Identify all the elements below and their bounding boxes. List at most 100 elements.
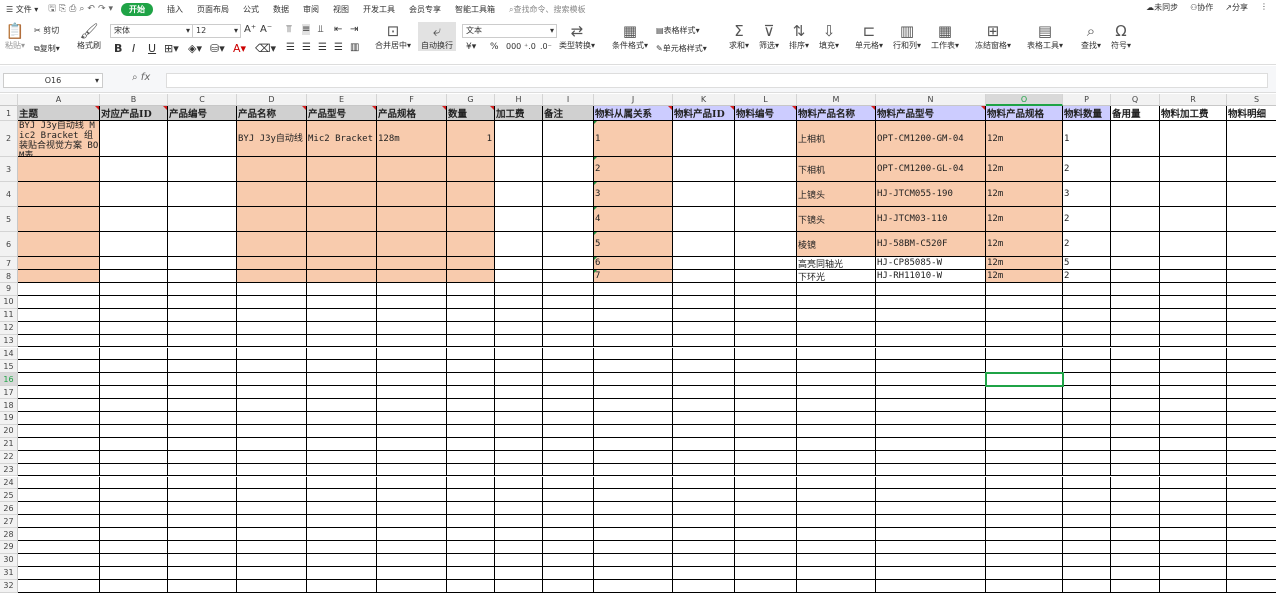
cell-Q20[interactable]	[1111, 424, 1160, 438]
cell-L12[interactable]	[735, 321, 797, 335]
tab-data[interactable]: 数据	[273, 4, 289, 15]
cell-B13[interactable]	[100, 334, 168, 348]
cell-E19[interactable]	[307, 412, 377, 425]
cell-S23[interactable]	[1227, 463, 1276, 477]
column-header-O[interactable]: O	[986, 94, 1063, 106]
cell-S16[interactable]	[1227, 373, 1276, 387]
cell-C19[interactable]	[168, 412, 237, 425]
cell-F28[interactable]	[377, 528, 447, 541]
cell-B32[interactable]	[100, 579, 168, 593]
cell-C15[interactable]	[168, 360, 237, 374]
cell-Q31[interactable]	[1111, 566, 1160, 580]
cell-G24[interactable]	[447, 476, 495, 490]
table-style-button[interactable]: ▤表格样式▾	[656, 25, 700, 36]
number-format-select[interactable]: 文本 ▾	[462, 24, 557, 38]
cell-S12[interactable]	[1227, 321, 1276, 335]
material-qty-cell[interactable]: 3	[1063, 182, 1111, 207]
cell-S20[interactable]	[1227, 424, 1276, 438]
row-col-button[interactable]: ▥ 行和列▾	[890, 22, 924, 51]
cell-F24[interactable]	[377, 476, 447, 490]
cell-H17[interactable]	[495, 386, 543, 400]
cell-D1[interactable]: 产品名称	[237, 106, 307, 121]
cell-F20[interactable]	[377, 424, 447, 438]
save-icon[interactable]: 🖫	[48, 1, 56, 17]
cell-S25[interactable]	[1227, 489, 1276, 503]
cell-N31[interactable]	[876, 566, 986, 580]
row-header-12[interactable]: 12	[0, 321, 18, 335]
cell-O22[interactable]	[986, 450, 1063, 464]
cell-P15[interactable]	[1063, 360, 1111, 374]
cell-L14[interactable]	[735, 347, 797, 361]
cell-O21[interactable]	[986, 437, 1063, 451]
material-model-cell[interactable]: HJ-JTCM03-110	[876, 207, 986, 232]
cell-R7[interactable]	[1160, 257, 1227, 270]
cell-H15[interactable]	[495, 360, 543, 374]
material-qty-cell[interactable]: 1	[1063, 121, 1111, 157]
cell-F17[interactable]	[377, 386, 447, 400]
cell-E20[interactable]	[307, 424, 377, 438]
cell-I30[interactable]	[543, 553, 594, 567]
cell-S1[interactable]: 物料明细	[1227, 106, 1276, 121]
cell-B8[interactable]	[100, 270, 168, 283]
cell-F5[interactable]	[377, 207, 447, 232]
material-rel-cell[interactable]: 3	[594, 182, 673, 207]
cell-K1[interactable]: 物料产品ID	[673, 106, 735, 121]
cell-R25[interactable]	[1160, 489, 1227, 503]
column-header-C[interactable]: C	[168, 94, 237, 106]
cell-H13[interactable]	[495, 334, 543, 348]
cell-L1[interactable]: 物料编号	[735, 106, 797, 121]
cell-Q13[interactable]	[1111, 334, 1160, 348]
cell-O11[interactable]	[986, 308, 1063, 322]
cell-L7[interactable]	[735, 257, 797, 270]
row-header-8[interactable]: 8	[0, 270, 18, 283]
cell-A9[interactable]	[18, 283, 100, 296]
cell-E32[interactable]	[307, 579, 377, 593]
column-header-B[interactable]: B	[100, 94, 168, 106]
cell-N32[interactable]	[876, 579, 986, 593]
cell-A3[interactable]	[18, 157, 100, 182]
cell-G27[interactable]	[447, 515, 495, 529]
cell-I22[interactable]	[543, 450, 594, 464]
cell-H9[interactable]	[495, 283, 543, 296]
cell-N19[interactable]	[876, 412, 986, 425]
cell-Q5[interactable]	[1111, 207, 1160, 232]
cell-I12[interactable]	[543, 321, 594, 335]
cell-C25[interactable]	[168, 489, 237, 503]
cell-E23[interactable]	[307, 463, 377, 477]
cell-B16[interactable]	[100, 373, 168, 387]
cell-E7[interactable]	[307, 257, 377, 270]
cell-P9[interactable]	[1063, 283, 1111, 296]
cell-L3[interactable]	[735, 157, 797, 182]
cell-H21[interactable]	[495, 437, 543, 451]
cell-Q30[interactable]	[1111, 553, 1160, 567]
cell-L18[interactable]	[735, 399, 797, 412]
cell-P31[interactable]	[1063, 566, 1111, 580]
cell-F6[interactable]	[377, 232, 447, 257]
column-header-P[interactable]: P	[1063, 94, 1111, 106]
cell-C27[interactable]	[168, 515, 237, 529]
cell-C13[interactable]	[168, 334, 237, 348]
cell-O24[interactable]	[986, 476, 1063, 490]
auto-wrap-button[interactable]: ⤶ 自动换行	[418, 22, 456, 51]
cell-D13[interactable]	[237, 334, 307, 348]
cell-O25[interactable]	[986, 489, 1063, 503]
cell-H31[interactable]	[495, 566, 543, 580]
cell-S18[interactable]	[1227, 399, 1276, 412]
cell-R22[interactable]	[1160, 450, 1227, 464]
cell-G23[interactable]	[447, 463, 495, 477]
share-button[interactable]: ↗分享	[1225, 2, 1248, 13]
align-right-icon[interactable]: ☰	[318, 42, 327, 53]
cell-C31[interactable]	[168, 566, 237, 580]
cell-I18[interactable]	[543, 399, 594, 412]
row-header-28[interactable]: 28	[0, 528, 18, 541]
cell-J27[interactable]	[594, 515, 673, 529]
cell-N26[interactable]	[876, 502, 986, 516]
material-rel-cell[interactable]: 6	[594, 257, 673, 270]
cell-K7[interactable]	[673, 257, 735, 270]
cell-Q28[interactable]	[1111, 528, 1160, 541]
cell-F29[interactable]	[377, 541, 447, 554]
cell-G16[interactable]	[447, 373, 495, 387]
cell-R17[interactable]	[1160, 386, 1227, 400]
cell-S27[interactable]	[1227, 515, 1276, 529]
material-qty-cell[interactable]: 2	[1063, 232, 1111, 257]
